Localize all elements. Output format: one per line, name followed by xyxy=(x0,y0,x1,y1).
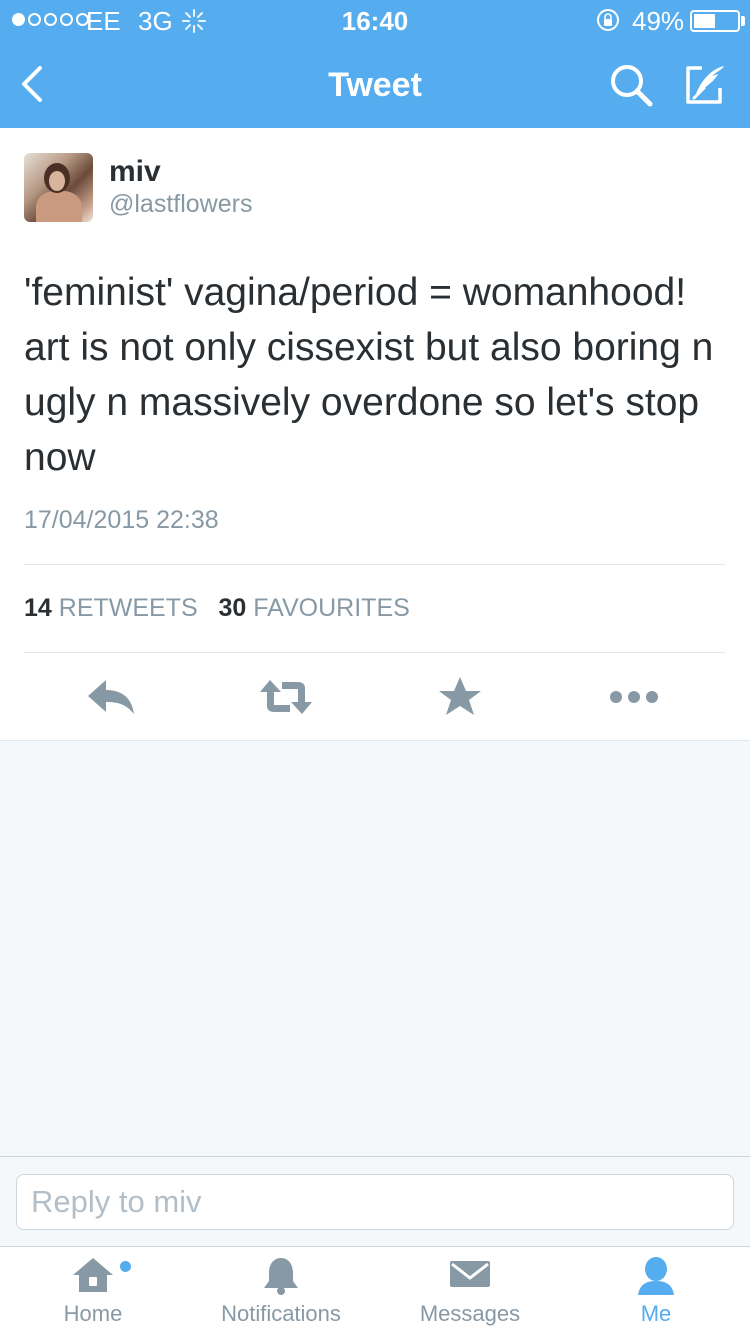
divider xyxy=(24,652,725,653)
retweets-label: RETWEETS xyxy=(58,594,198,622)
compose-icon[interactable] xyxy=(680,60,730,110)
reply-bar xyxy=(0,1156,750,1246)
home-icon xyxy=(73,1258,113,1292)
status-bar: EE 3G 16:40 49% xyxy=(0,0,750,40)
tab-notifications[interactable]: Notifications xyxy=(206,1247,356,1334)
tab-home[interactable]: Home xyxy=(28,1247,158,1334)
favourite-icon[interactable] xyxy=(430,672,490,722)
divider xyxy=(24,564,725,565)
tweet-actions xyxy=(0,668,750,728)
tab-bar: Home Notifications Messages Me xyxy=(0,1246,750,1334)
battery-tip xyxy=(741,16,745,26)
display-name[interactable]: miv xyxy=(109,155,161,189)
tab-label: Notifications xyxy=(221,1301,341,1326)
search-icon[interactable] xyxy=(606,60,656,110)
favourites-count: 30 xyxy=(218,594,247,622)
battery-percent: 49% xyxy=(632,6,685,36)
person-icon xyxy=(638,1257,674,1295)
tab-label: Messages xyxy=(419,1301,521,1326)
retweets-stat[interactable]: 14 RETWEETS xyxy=(24,594,198,622)
top-bar: EE 3G 16:40 49% Tweet xyxy=(0,0,750,128)
reply-icon[interactable] xyxy=(82,672,142,722)
avatar[interactable] xyxy=(24,153,93,222)
envelope-icon xyxy=(450,1261,490,1287)
tab-label: Me xyxy=(640,1301,672,1326)
tab-me[interactable]: Me xyxy=(600,1247,712,1334)
bell-icon xyxy=(264,1258,298,1295)
favourites-stat[interactable]: 30 FAVOURITES xyxy=(219,594,410,622)
tweet-detail: miv @lastflowers 'feminist' vagina/perio… xyxy=(0,128,750,741)
retweet-icon[interactable] xyxy=(256,672,316,722)
user-handle[interactable]: @lastflowers xyxy=(109,190,252,219)
nav-bar: Tweet xyxy=(0,40,750,128)
favourites-label: FAVOURITES xyxy=(253,594,410,622)
home-notification-dot xyxy=(120,1261,131,1272)
battery-icon xyxy=(690,10,740,32)
more-icon[interactable] xyxy=(604,672,664,722)
tweet-stats: 14 RETWEETS 30 FAVOURITES xyxy=(24,594,410,623)
reply-input[interactable] xyxy=(16,1174,734,1230)
tweet-timestamp: 17/04/2015 22:38 xyxy=(24,506,219,534)
retweets-count: 14 xyxy=(24,594,52,622)
tab-label: Home xyxy=(63,1301,123,1326)
tab-messages[interactable]: Messages xyxy=(400,1247,540,1334)
rotation-lock-icon xyxy=(597,9,619,31)
tweet-text: 'feminist' vagina/period = womanhood! ar… xyxy=(24,271,714,479)
